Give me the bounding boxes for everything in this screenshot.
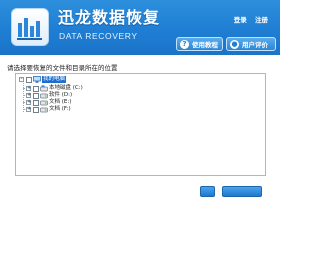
tree-node-drive-c[interactable]: + 本地磁盘 (C:) <box>26 85 86 92</box>
account-links: 登录 注册 <box>228 16 268 24</box>
bar-chart-logo-icon <box>17 18 42 40</box>
app-header: 迅龙数据恢复 DATA RECOVERY 登录 注册 ? 使用教程 ● 用户评价 <box>0 0 280 55</box>
collapse-icon[interactable]: - <box>19 77 24 82</box>
tree-node-label: 文档 (E:) <box>49 99 72 105</box>
instruction-text: 请选择要恢复的文件和目录所在的位置 <box>7 64 118 72</box>
user-review-button[interactable]: ● 用户评价 <box>226 37 276 51</box>
checkbox[interactable] <box>33 92 39 99</box>
expand-icon[interactable]: + <box>26 107 31 112</box>
app-subtitle: DATA RECOVERY <box>59 31 138 41</box>
expand-icon[interactable]: + <box>26 86 31 91</box>
checkbox[interactable] <box>33 106 39 113</box>
tree-node-my-computer[interactable]: - 我的电脑 <box>19 76 79 83</box>
help-icon: ? <box>180 40 189 49</box>
checkbox[interactable] <box>33 99 39 106</box>
login-link[interactable]: 登录 <box>234 16 247 24</box>
tree-node-drive-f[interactable]: + 文档 (F:) <box>26 106 86 113</box>
drive-icon <box>40 106 48 116</box>
app-window: 迅龙数据恢复 DATA RECOVERY 登录 注册 ? 使用教程 ● 用户评价… <box>0 0 280 200</box>
tree-node-label: 我的电脑 <box>42 76 67 83</box>
tree-node-label: 文档 (F:) <box>49 106 71 112</box>
app-logo <box>11 8 49 46</box>
expand-icon[interactable]: + <box>26 93 31 98</box>
user-icon: ● <box>230 40 239 49</box>
back-button[interactable] <box>200 186 215 197</box>
app-title: 迅龙数据恢复 <box>58 8 161 27</box>
register-link[interactable]: 注册 <box>255 16 268 24</box>
checkbox[interactable] <box>33 85 39 92</box>
tree-node-drive-e[interactable]: + 文档 (E:) <box>26 99 86 106</box>
location-tree[interactable]: - 我的电脑 + 本地磁盘 (C:) + 软件 (D:) + 文档 (E:) +… <box>15 73 266 176</box>
tree-node-drive-d[interactable]: + 软件 (D:) <box>26 92 86 99</box>
tutorial-button[interactable]: ? 使用教程 <box>176 37 223 51</box>
expand-icon[interactable]: + <box>26 100 31 105</box>
tree-node-label: 软件 (D:) <box>49 92 73 98</box>
user-review-button-label: 用户评价 <box>242 41 268 49</box>
tree-node-label: 本地磁盘 (C:) <box>49 85 83 91</box>
next-button[interactable] <box>222 186 262 197</box>
tutorial-button-label: 使用教程 <box>192 41 218 49</box>
checkbox[interactable] <box>26 76 32 83</box>
